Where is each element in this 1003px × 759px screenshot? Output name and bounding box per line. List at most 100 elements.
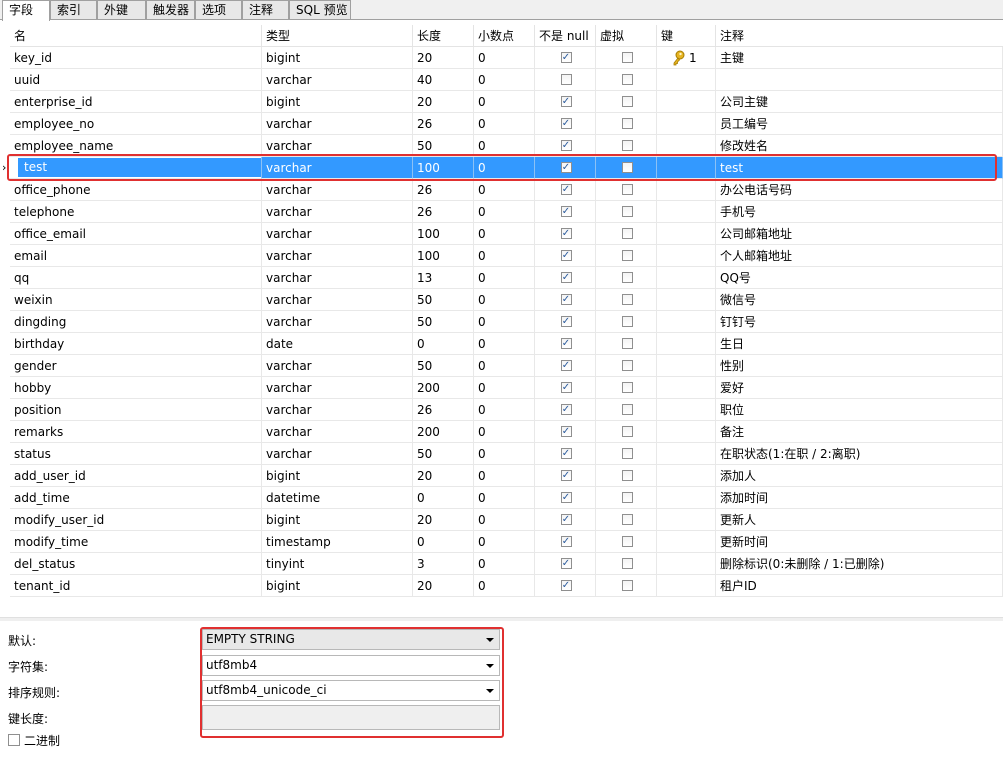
not-null-checkbox[interactable]: ✓ <box>560 404 572 415</box>
cell-not-null[interactable]: ✓ <box>535 355 596 377</box>
cell-not-null[interactable]: ✓ <box>535 223 596 245</box>
cell-comment[interactable]: 公司主键 <box>716 91 1003 113</box>
cell-not-null[interactable]: ✓ <box>535 135 596 157</box>
not-null-checkbox[interactable]: ✓ <box>560 514 572 525</box>
cell-length[interactable]: 26 <box>413 113 474 135</box>
cell-type[interactable]: bigint <box>262 91 413 113</box>
cell-length[interactable]: 0 <box>413 333 474 355</box>
not-null-checkbox[interactable]: ✓ <box>560 448 572 459</box>
cell-decimals[interactable]: 0 <box>474 399 535 421</box>
cell-comment[interactable]: 公司邮箱地址 <box>716 223 1003 245</box>
table-row[interactable]: add_user_id bigint 20 0 ✓ 添加人 <box>0 465 1003 487</box>
cell-type[interactable]: tinyint <box>262 553 413 575</box>
cell-name[interactable]: test <box>10 157 262 179</box>
cell-not-null[interactable] <box>535 69 596 91</box>
table-row[interactable]: telephone varchar 26 0 ✓ 手机号 <box>0 201 1003 223</box>
cell-decimals[interactable]: 0 <box>474 47 535 69</box>
cell-comment[interactable]: 职位 <box>716 399 1003 421</box>
tab-foreign-keys[interactable]: 外键 <box>97 0 146 19</box>
cell-virtual[interactable] <box>596 157 657 179</box>
cell-decimals[interactable]: 0 <box>474 311 535 333</box>
cell-virtual[interactable] <box>596 399 657 421</box>
table-row[interactable]: office_phone varchar 26 0 ✓ 办公电话号码 <box>0 179 1003 201</box>
cell-type[interactable]: varchar <box>262 69 413 91</box>
virtual-checkbox[interactable] <box>621 580 633 591</box>
virtual-checkbox[interactable] <box>621 360 633 371</box>
not-null-checkbox[interactable]: ✓ <box>560 96 572 107</box>
virtual-checkbox[interactable] <box>621 52 633 63</box>
table-row[interactable]: dingding varchar 50 0 ✓ 钉钉号 <box>0 311 1003 333</box>
cell-type[interactable]: varchar <box>262 311 413 333</box>
cell-name[interactable]: position <box>10 399 262 421</box>
not-null-checkbox[interactable]: ✓ <box>560 316 572 327</box>
cell-not-null[interactable]: ✓ <box>535 421 596 443</box>
cell-key[interactable] <box>657 399 716 421</box>
cell-type[interactable]: varchar <box>262 201 413 223</box>
cell-type[interactable]: date <box>262 333 413 355</box>
virtual-checkbox[interactable] <box>621 316 633 327</box>
cell-not-null[interactable]: ✓ <box>535 531 596 553</box>
cell-key[interactable] <box>657 465 716 487</box>
cell-length[interactable]: 200 <box>413 377 474 399</box>
virtual-checkbox[interactable] <box>621 272 633 283</box>
cell-length[interactable]: 20 <box>413 47 474 69</box>
virtual-checkbox[interactable] <box>621 426 633 437</box>
cell-virtual[interactable] <box>596 201 657 223</box>
cell-decimals[interactable]: 0 <box>474 69 535 91</box>
cell-type[interactable]: timestamp <box>262 531 413 553</box>
cell-name[interactable]: telephone <box>10 201 262 223</box>
virtual-checkbox[interactable] <box>621 338 633 349</box>
cell-comment[interactable]: 钉钉号 <box>716 311 1003 333</box>
cell-length[interactable]: 100 <box>413 245 474 267</box>
cell-name[interactable]: birthday <box>10 333 262 355</box>
header-key[interactable]: 键 <box>657 25 716 47</box>
cell-key[interactable] <box>657 311 716 333</box>
cell-decimals[interactable]: 0 <box>474 355 535 377</box>
cell-key[interactable] <box>657 245 716 267</box>
cell-length[interactable]: 40 <box>413 69 474 91</box>
cell-name[interactable]: add_time <box>10 487 262 509</box>
table-row[interactable]: position varchar 26 0 ✓ 职位 <box>0 399 1003 421</box>
cell-type[interactable]: varchar <box>262 443 413 465</box>
cell-not-null[interactable]: ✓ <box>535 575 596 597</box>
cell-not-null[interactable]: ✓ <box>535 509 596 531</box>
table-row[interactable]: tenant_id bigint 20 0 ✓ 租户ID <box>0 575 1003 597</box>
cell-length[interactable]: 3 <box>413 553 474 575</box>
tab-indexes[interactable]: 索引 <box>50 0 97 19</box>
not-null-checkbox[interactable]: ✓ <box>560 558 572 569</box>
cell-name[interactable]: office_phone <box>10 179 262 201</box>
cell-virtual[interactable] <box>596 465 657 487</box>
collation-select[interactable]: utf8mb4_unicode_ci <box>202 680 500 701</box>
cell-decimals[interactable]: 0 <box>474 201 535 223</box>
not-null-checkbox[interactable]: ✓ <box>560 140 572 151</box>
table-row[interactable]: weixin varchar 50 0 ✓ 微信号 <box>0 289 1003 311</box>
cell-virtual[interactable] <box>596 531 657 553</box>
cell-decimals[interactable]: 0 <box>474 443 535 465</box>
tab-triggers[interactable]: 触发器 <box>146 0 195 19</box>
cell-key[interactable] <box>657 487 716 509</box>
table-row[interactable]: modify_user_id bigint 20 0 ✓ 更新人 <box>0 509 1003 531</box>
cell-type[interactable]: datetime <box>262 487 413 509</box>
table-row[interactable]: birthday date 0 0 ✓ 生日 <box>0 333 1003 355</box>
cell-comment[interactable]: 主键 <box>716 47 1003 69</box>
cell-length[interactable]: 13 <box>413 267 474 289</box>
cell-length[interactable]: 50 <box>413 443 474 465</box>
not-null-checkbox[interactable]: ✓ <box>560 580 572 591</box>
cell-virtual[interactable] <box>596 377 657 399</box>
cell-name[interactable]: qq <box>10 267 262 289</box>
cell-key[interactable] <box>657 47 716 69</box>
cell-key[interactable] <box>657 421 716 443</box>
cell-virtual[interactable] <box>596 333 657 355</box>
cell-type[interactable]: bigint <box>262 465 413 487</box>
table-row[interactable]: uuid varchar 40 0 <box>0 69 1003 91</box>
cell-length[interactable]: 20 <box>413 575 474 597</box>
cell-not-null[interactable]: ✓ <box>535 377 596 399</box>
virtual-checkbox[interactable] <box>621 514 633 525</box>
cell-comment[interactable]: 备注 <box>716 421 1003 443</box>
cell-virtual[interactable] <box>596 355 657 377</box>
not-null-checkbox[interactable]: ✓ <box>560 426 572 437</box>
cell-comment[interactable]: 办公电话号码 <box>716 179 1003 201</box>
not-null-checkbox[interactable]: ✓ <box>560 360 572 371</box>
cell-name[interactable]: dingding <box>10 311 262 333</box>
virtual-checkbox[interactable] <box>621 470 633 481</box>
